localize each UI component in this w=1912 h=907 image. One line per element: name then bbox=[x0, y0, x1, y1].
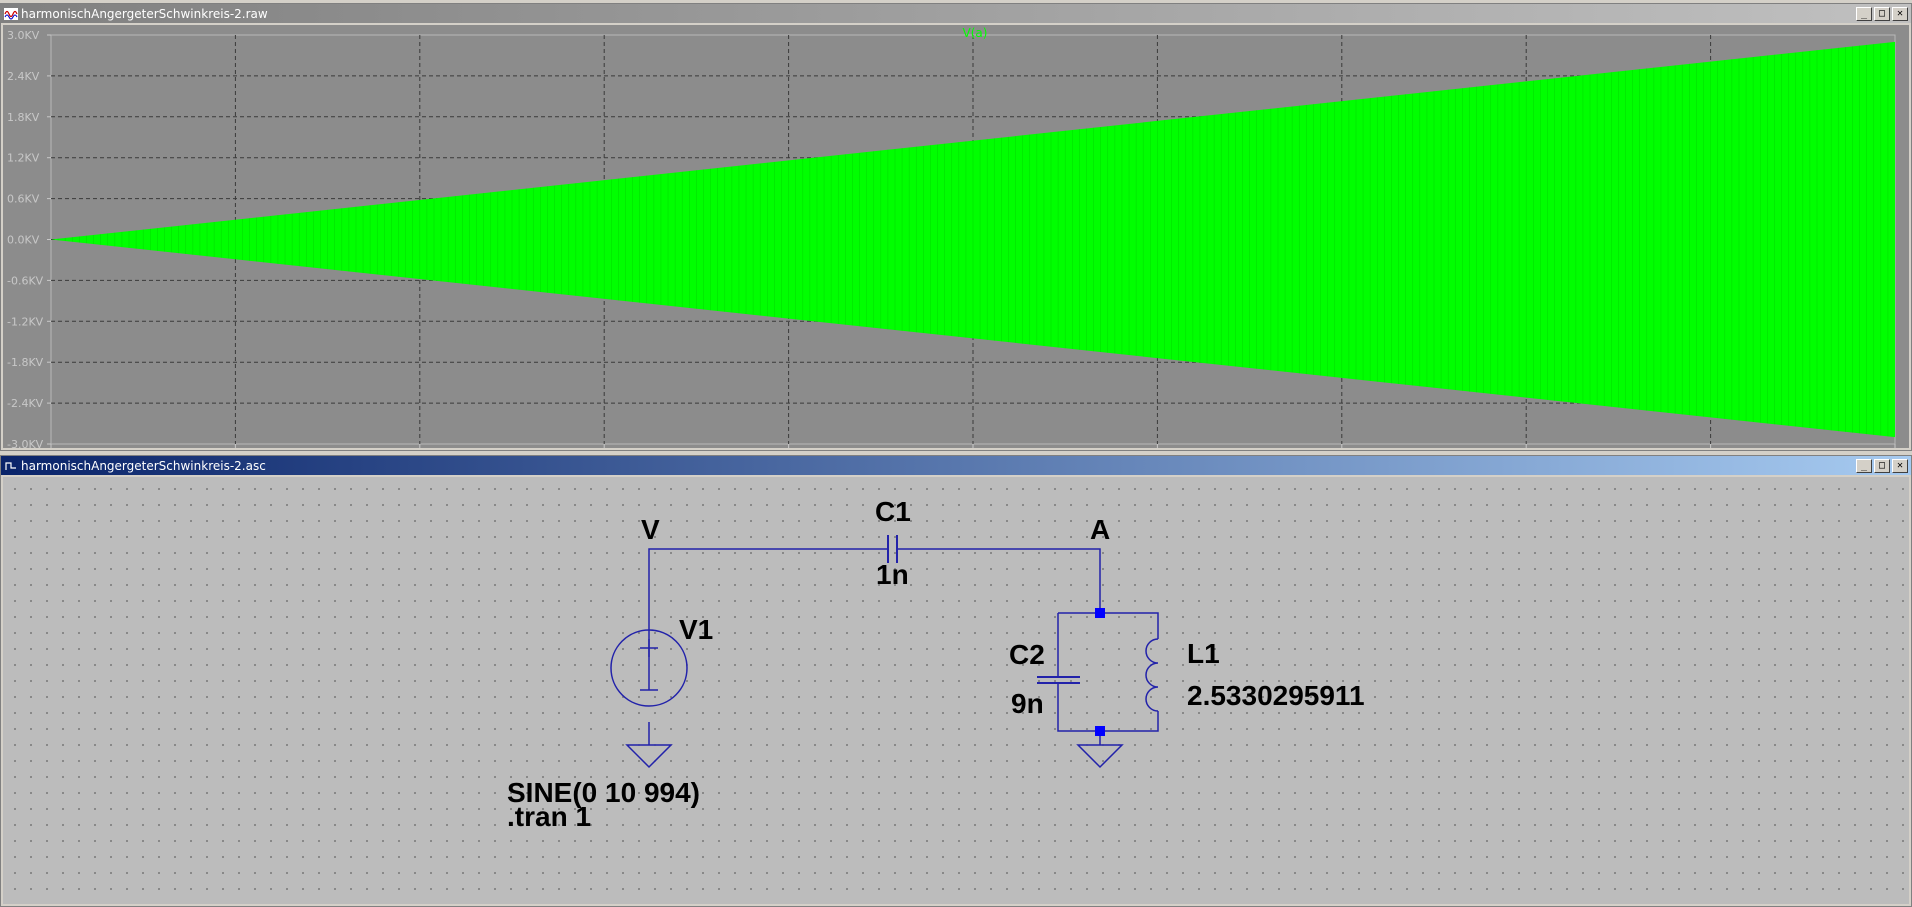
waveform-title-bar[interactable]: harmonischAngergeterSchwinkreis-2.raw _ … bbox=[1, 4, 1911, 23]
v1-name-label[interactable]: V1 bbox=[679, 614, 713, 645]
y-tick-label: 0.6KV bbox=[7, 193, 40, 206]
close-button[interactable]: ✕ bbox=[1892, 458, 1908, 473]
wire-lc-top[interactable] bbox=[1058, 612, 1159, 639]
schematic-window[interactable]: harmonischAngergeterSchwinkreis-2.asc _ … bbox=[0, 455, 1912, 907]
waveform-plot-area[interactable]: 0.0s0.1s0.2s0.3s0.4s0.5s0.6s0.7s0.8s0.9s… bbox=[3, 25, 1909, 448]
y-tick-label: 0.0KV bbox=[7, 234, 40, 247]
schematic-canvas[interactable]: V A C1 1n V1 C2 9n L1 2.5330295911 SINE(… bbox=[3, 477, 1909, 904]
wire-lc-bottom[interactable] bbox=[1057, 683, 1159, 732]
schematic-window-title: harmonischAngergeterSchwinkreis-2.asc bbox=[21, 458, 266, 473]
c1-value-label[interactable]: 1n bbox=[876, 559, 909, 590]
schematic-drawing[interactable]: V A C1 1n V1 C2 9n L1 2.5330295911 SINE(… bbox=[3, 477, 1909, 904]
c2-value-label[interactable]: 9n bbox=[1011, 688, 1044, 719]
waveform-window-title: harmonischAngergeterSchwinkreis-2.raw bbox=[21, 6, 268, 21]
y-tick-label: -1.8KV bbox=[7, 356, 44, 369]
inductor-l1[interactable] bbox=[1145, 638, 1159, 712]
y-tick-label: 1.2KV bbox=[7, 152, 40, 165]
c2-name-label[interactable]: C2 bbox=[1009, 639, 1045, 670]
y-tick-label: -1.2KV bbox=[7, 315, 44, 328]
minimize-button[interactable]: _ bbox=[1856, 6, 1872, 21]
y-tick-label: -0.6KV bbox=[7, 274, 44, 287]
y-tick-label: -3.0KV bbox=[7, 438, 44, 448]
ground-symbol-right[interactable] bbox=[1076, 744, 1124, 769]
maximize-button[interactable]: □ bbox=[1874, 458, 1890, 473]
minimize-button[interactable]: _ bbox=[1856, 458, 1872, 473]
net-label-v[interactable]: V bbox=[641, 514, 660, 545]
l1-value-label[interactable]: 2.5330295911 bbox=[1187, 680, 1365, 711]
junction-node-top[interactable] bbox=[1095, 608, 1105, 618]
schematic-app-icon bbox=[4, 459, 18, 472]
maximize-button[interactable]: □ bbox=[1874, 6, 1890, 21]
spice-directive-tran[interactable]: .tran 1 bbox=[507, 801, 591, 832]
y-tick-label: -2.4KV bbox=[7, 397, 44, 410]
ground-symbol-left[interactable] bbox=[625, 744, 673, 769]
waveform-chart[interactable]: 0.0s0.1s0.2s0.3s0.4s0.5s0.6s0.7s0.8s0.9s… bbox=[3, 25, 1909, 448]
l1-name-label[interactable]: L1 bbox=[1187, 638, 1220, 669]
wire-a-node[interactable] bbox=[897, 548, 1101, 613]
c1-name-label[interactable]: C1 bbox=[875, 496, 911, 527]
capacitor-c2[interactable] bbox=[1037, 676, 1080, 684]
y-tick-label: 3.0KV bbox=[7, 29, 40, 42]
schematic-title-bar[interactable]: harmonischAngergeterSchwinkreis-2.asc _ … bbox=[1, 456, 1911, 475]
y-tick-label: 2.4KV bbox=[7, 70, 40, 83]
waveform-window[interactable]: harmonischAngergeterSchwinkreis-2.raw _ … bbox=[0, 3, 1912, 451]
junction-node-bottom[interactable] bbox=[1095, 726, 1105, 736]
close-button[interactable]: ✕ bbox=[1892, 6, 1908, 21]
net-label-a[interactable]: A bbox=[1090, 514, 1110, 545]
y-tick-label: 1.8KV bbox=[7, 111, 40, 124]
trace-label-v-a[interactable]: V(a) bbox=[963, 26, 988, 40]
waveform-app-icon bbox=[4, 7, 18, 20]
